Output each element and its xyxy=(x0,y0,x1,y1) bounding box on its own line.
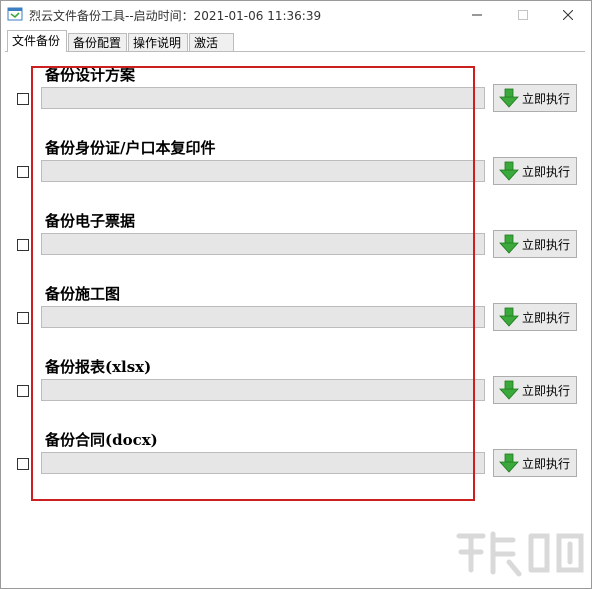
row-checkbox[interactable] xyxy=(17,458,29,470)
row-title: 备份设计方案 xyxy=(45,66,136,84)
run-now-label: 立即执行 xyxy=(522,164,571,179)
row-checkbox[interactable] xyxy=(17,239,29,251)
green-down-arrow-icon xyxy=(499,161,519,181)
tab-file-backup[interactable]: 文件备份 xyxy=(7,30,67,52)
run-now-label: 立即执行 xyxy=(522,91,571,106)
run-now-label: 立即执行 xyxy=(522,237,571,252)
green-down-arrow-icon xyxy=(499,307,519,327)
backup-row: 备份电子票据 立即执行 xyxy=(1,212,591,272)
tab-activate[interactable]: 激活 xyxy=(189,33,234,51)
window-title: 烈云文件备份工具--启动时间：2021-01-06 11:36:39 xyxy=(29,9,322,23)
green-down-arrow-icon xyxy=(499,88,519,108)
run-now-button[interactable]: 立即执行 xyxy=(493,230,577,258)
row-title: 备份施工图 xyxy=(45,285,121,303)
row-progress-bar xyxy=(41,87,485,109)
green-down-arrow-icon xyxy=(499,234,519,254)
title-bar[interactable]: 烈云文件备份工具--启动时间：2021-01-06 11:36:39 xyxy=(1,1,591,29)
row-title: 备份身份证/户口本复印件 xyxy=(45,139,216,157)
maximize-icon xyxy=(518,10,528,20)
run-now-button[interactable]: 立即执行 xyxy=(493,303,577,331)
row-progress-bar xyxy=(41,233,485,255)
backup-row: 备份设计方案 立即执行 xyxy=(1,66,591,126)
row-title: 备份电子票据 xyxy=(45,212,136,230)
green-down-arrow-icon xyxy=(499,380,519,400)
backup-row: 备份合同(docx) 立即执行 xyxy=(1,431,591,491)
maximize-button[interactable] xyxy=(500,1,546,29)
run-now-label: 立即执行 xyxy=(522,310,571,325)
row-title: 备份报表(xlsx) xyxy=(45,358,152,376)
close-icon xyxy=(563,10,573,20)
backup-row: 备份施工图 立即执行 xyxy=(1,285,591,345)
green-down-arrow-icon xyxy=(499,453,519,473)
tab-instructions[interactable]: 操作说明 xyxy=(128,33,188,51)
tab-strip: 文件备份 备份配置 操作说明 激活 xyxy=(1,30,591,52)
watermark-logo xyxy=(456,531,584,577)
run-now-button[interactable]: 立即执行 xyxy=(493,157,577,185)
row-checkbox[interactable] xyxy=(17,312,29,324)
row-progress-bar xyxy=(41,160,485,182)
app-icon xyxy=(7,7,23,21)
run-now-button[interactable]: 立即执行 xyxy=(493,84,577,112)
minimize-button[interactable] xyxy=(454,1,500,29)
row-progress-bar xyxy=(41,379,485,401)
run-now-label: 立即执行 xyxy=(522,383,571,398)
run-now-label: 立即执行 xyxy=(522,456,571,471)
row-progress-bar xyxy=(41,306,485,328)
tab-backup-config[interactable]: 备份配置 xyxy=(68,33,127,51)
row-title: 备份合同(docx) xyxy=(45,431,158,449)
backup-row: 备份身份证/户口本复印件 立即执行 xyxy=(1,139,591,199)
run-now-button[interactable]: 立即执行 xyxy=(493,376,577,404)
backup-row: 备份报表(xlsx) 立即执行 xyxy=(1,358,591,418)
close-button[interactable] xyxy=(545,1,591,29)
minimize-icon xyxy=(472,14,482,16)
row-checkbox[interactable] xyxy=(17,385,29,397)
row-checkbox[interactable] xyxy=(17,93,29,105)
app-window: 烈云文件备份工具--启动时间：2021-01-06 11:36:39 文件备份 … xyxy=(0,0,592,589)
row-progress-bar xyxy=(41,452,485,474)
run-now-button[interactable]: 立即执行 xyxy=(493,449,577,477)
row-checkbox[interactable] xyxy=(17,166,29,178)
